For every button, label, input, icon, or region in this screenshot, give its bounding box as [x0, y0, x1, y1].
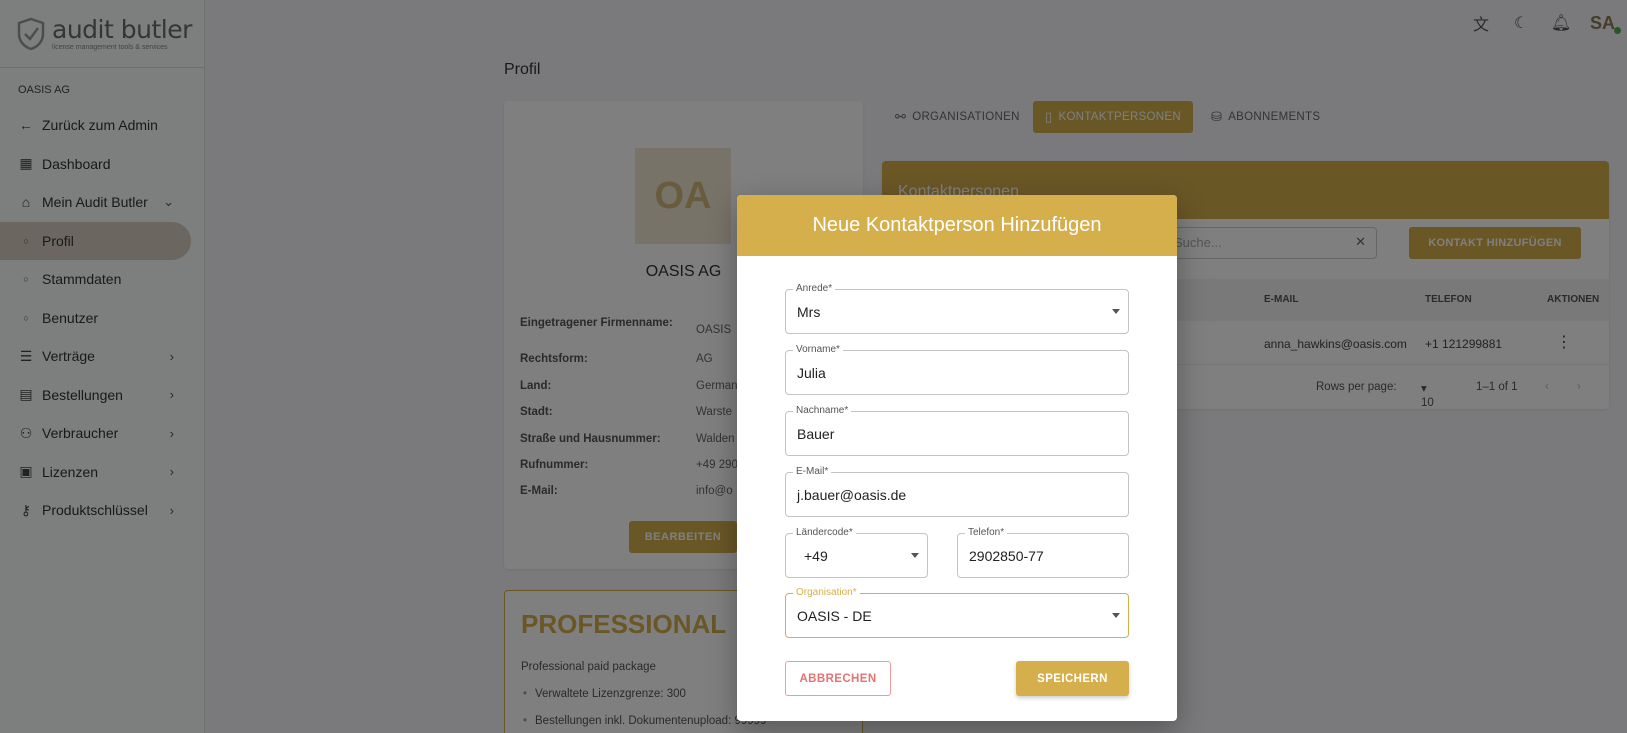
salutation-select[interactable]: Anrede* Mrs — [785, 283, 1129, 334]
dialog-title: Neue Kontaktperson Hinzufügen — [737, 195, 1177, 256]
phone-field[interactable]: Telefon* 2902850-77 — [957, 527, 1129, 578]
dropdown-caret-icon — [911, 553, 919, 558]
add-contact-dialog: Neue Kontaktperson Hinzufügen Anrede* Mr… — [737, 195, 1177, 721]
last-name-field[interactable]: Nachname* Bauer — [785, 405, 1129, 456]
cancel-button[interactable]: ABBRECHEN — [785, 661, 891, 696]
dropdown-caret-icon — [1112, 309, 1120, 314]
save-button[interactable]: SPEICHERN — [1016, 661, 1129, 696]
email-field[interactable]: E-Mail* j.bauer@oasis.de — [785, 466, 1129, 517]
first-name-field[interactable]: Vorname* Julia — [785, 344, 1129, 395]
organisation-select[interactable]: Organisation* OASIS - DE — [785, 587, 1129, 638]
country-code-select[interactable]: Ländercode* +49 — [785, 527, 928, 578]
dropdown-caret-icon — [1112, 613, 1120, 618]
